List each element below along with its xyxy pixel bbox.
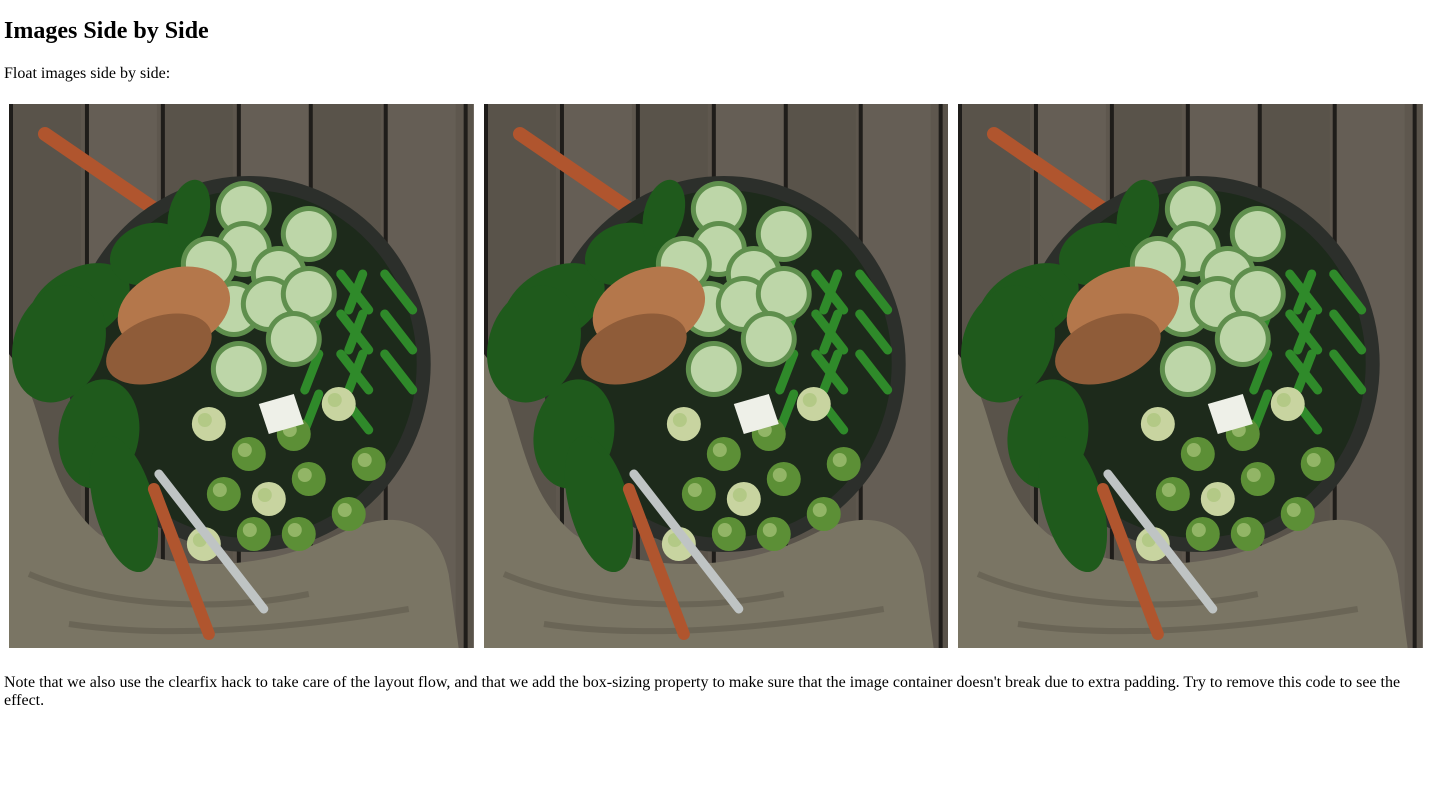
image-column-1: [4, 99, 479, 653]
salad-bowl-image: [958, 104, 1423, 648]
image-column-2: [479, 99, 954, 653]
page-heading: Images Side by Side: [4, 18, 209, 44]
note-text: Note that we also use the clearfix hack …: [4, 674, 1401, 709]
image-row: [4, 99, 1428, 653]
salad-bowl-image: [9, 104, 474, 648]
image-column-3: [953, 99, 1428, 653]
salad-bowl-image: [483, 104, 949, 648]
intro-text: Float images side by side:: [4, 65, 171, 82]
